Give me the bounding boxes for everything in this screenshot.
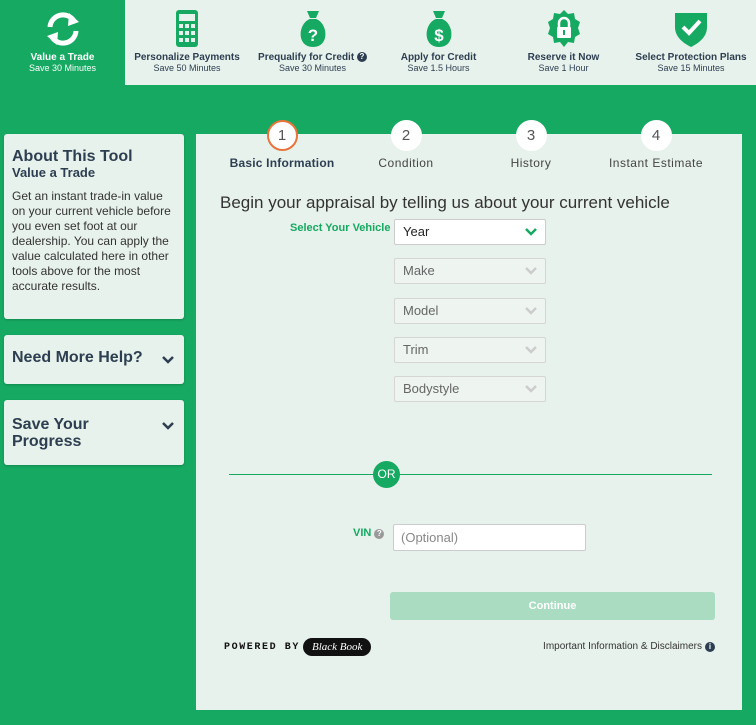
nav-title: Select Protection Plans: [635, 52, 747, 63]
step-number: 3: [515, 120, 547, 151]
money-bag-question-icon: ?: [300, 11, 325, 47]
trim-select[interactable]: Trim: [394, 337, 546, 363]
year-select[interactable]: Year: [394, 219, 546, 245]
bodystyle-select-value: Bodystyle: [403, 381, 460, 396]
powered-by-blackbook: POWERED BY Black Book: [224, 637, 372, 657]
step-number: 1: [266, 120, 298, 151]
step-number: 4: [640, 120, 672, 151]
nav-personalize-payments[interactable]: Personalize Payments Save 50 Minutes: [125, 0, 249, 85]
nav-title: Reserve it Now: [527, 52, 600, 63]
model-select-value: Model: [403, 303, 439, 318]
nav-prequalify-credit[interactable]: ? Prequalify for Credit ? Save 30 Minute…: [249, 0, 376, 85]
chevron-down-icon: [525, 267, 537, 275]
nav-subtitle: Save 1 Hour: [538, 63, 589, 73]
black-book-logo: Black Book: [303, 638, 372, 656]
need-help-card[interactable]: Need More Help?: [4, 335, 184, 384]
about-title: About This Tool: [12, 148, 133, 165]
chevron-down-icon: [162, 356, 174, 364]
nav-subtitle: Save 30 Minutes: [278, 63, 347, 73]
vin-label: VIN?: [353, 527, 385, 539]
step-condition[interactable]: 2 Condition: [341, 120, 471, 170]
chevron-down-icon: [525, 346, 537, 354]
select-vehicle-label: Select Your Vehicle: [290, 222, 391, 234]
step-basic-information[interactable]: 1 Basic Information: [217, 120, 347, 170]
help-icon[interactable]: ?: [356, 52, 367, 62]
step-label: Instant Estimate: [608, 156, 704, 170]
continue-button[interactable]: Continue: [390, 592, 715, 620]
svg-text:?: ?: [307, 26, 317, 45]
model-select[interactable]: Model: [394, 298, 546, 324]
refresh-icon: [46, 12, 79, 46]
nav-subtitle: Save 1.5 Hours: [407, 63, 470, 73]
nav-apply-credit[interactable]: $ Apply for Credit Save 1.5 Hours: [376, 0, 501, 85]
help-icon[interactable]: ?: [374, 529, 385, 539]
vin-input[interactable]: [393, 524, 586, 551]
trim-select-value: Trim: [403, 342, 429, 357]
step-number: 2: [390, 120, 422, 151]
lock-badge-icon: [547, 10, 580, 47]
disclaimers-link[interactable]: Important Information & Disclaimers i: [543, 641, 715, 652]
tool-nav: Value a Trade Save 30 Minutes Personaliz…: [0, 0, 756, 85]
save-progress-card[interactable]: Save Your Progress: [4, 400, 184, 465]
about-subtitle: Value a Trade: [12, 165, 96, 180]
nav-title: Apply for Credit: [400, 52, 477, 63]
money-bag-dollar-icon: $: [426, 11, 451, 47]
about-tool-card: About This Tool Value a Trade Get an ins…: [4, 134, 184, 319]
shield-check-icon: [675, 13, 707, 47]
nav-subtitle: Save 15 Minutes: [657, 63, 725, 73]
calculator-icon: [176, 10, 198, 47]
chevron-down-icon: [525, 228, 537, 236]
or-badge: OR: [373, 461, 400, 488]
chevron-down-icon: [525, 307, 537, 315]
about-description: Get an instant trade-in value on your cu…: [12, 189, 171, 293]
step-label: History: [510, 156, 552, 170]
powered-by-text: POWERED BY: [224, 641, 301, 653]
appraisal-panel: 1 Basic Information 2 Condition 3 Histor…: [196, 120, 742, 710]
save-title: Save Your Progress: [12, 416, 89, 450]
nav-subtitle: Save 50 Minutes: [153, 63, 221, 73]
step-history[interactable]: 3 History: [466, 120, 596, 170]
or-divider: [229, 474, 712, 475]
step-label: Basic Information: [229, 156, 335, 170]
svg-text:$: $: [434, 26, 444, 45]
nav-subtitle: Save 30 Minutes: [28, 63, 97, 73]
step-label: Condition: [378, 156, 434, 170]
help-title: Need More Help?: [12, 349, 143, 366]
nav-title: Personalize Payments: [134, 52, 240, 63]
nav-protection-plans[interactable]: Select Protection Plans Save 15 Minutes: [626, 0, 756, 85]
bodystyle-select[interactable]: Bodystyle: [394, 376, 546, 402]
year-select-value: Year: [403, 224, 430, 239]
make-select[interactable]: Make: [394, 258, 546, 284]
nav-title: Value a Trade: [30, 52, 95, 63]
chevron-down-icon: [525, 385, 537, 393]
step-instant-estimate[interactable]: 4 Instant Estimate: [591, 120, 721, 170]
nav-title: Prequalify for Credit ?: [249, 52, 376, 63]
make-select-value: Make: [403, 263, 435, 278]
info-icon: i: [705, 642, 715, 652]
nav-value-a-trade[interactable]: Value a Trade Save 30 Minutes: [0, 0, 125, 85]
appraisal-heading: Begin your appraisal by telling us about…: [220, 193, 670, 212]
nav-reserve-now[interactable]: Reserve it Now Save 1 Hour: [501, 0, 626, 85]
chevron-down-icon: [162, 422, 174, 430]
